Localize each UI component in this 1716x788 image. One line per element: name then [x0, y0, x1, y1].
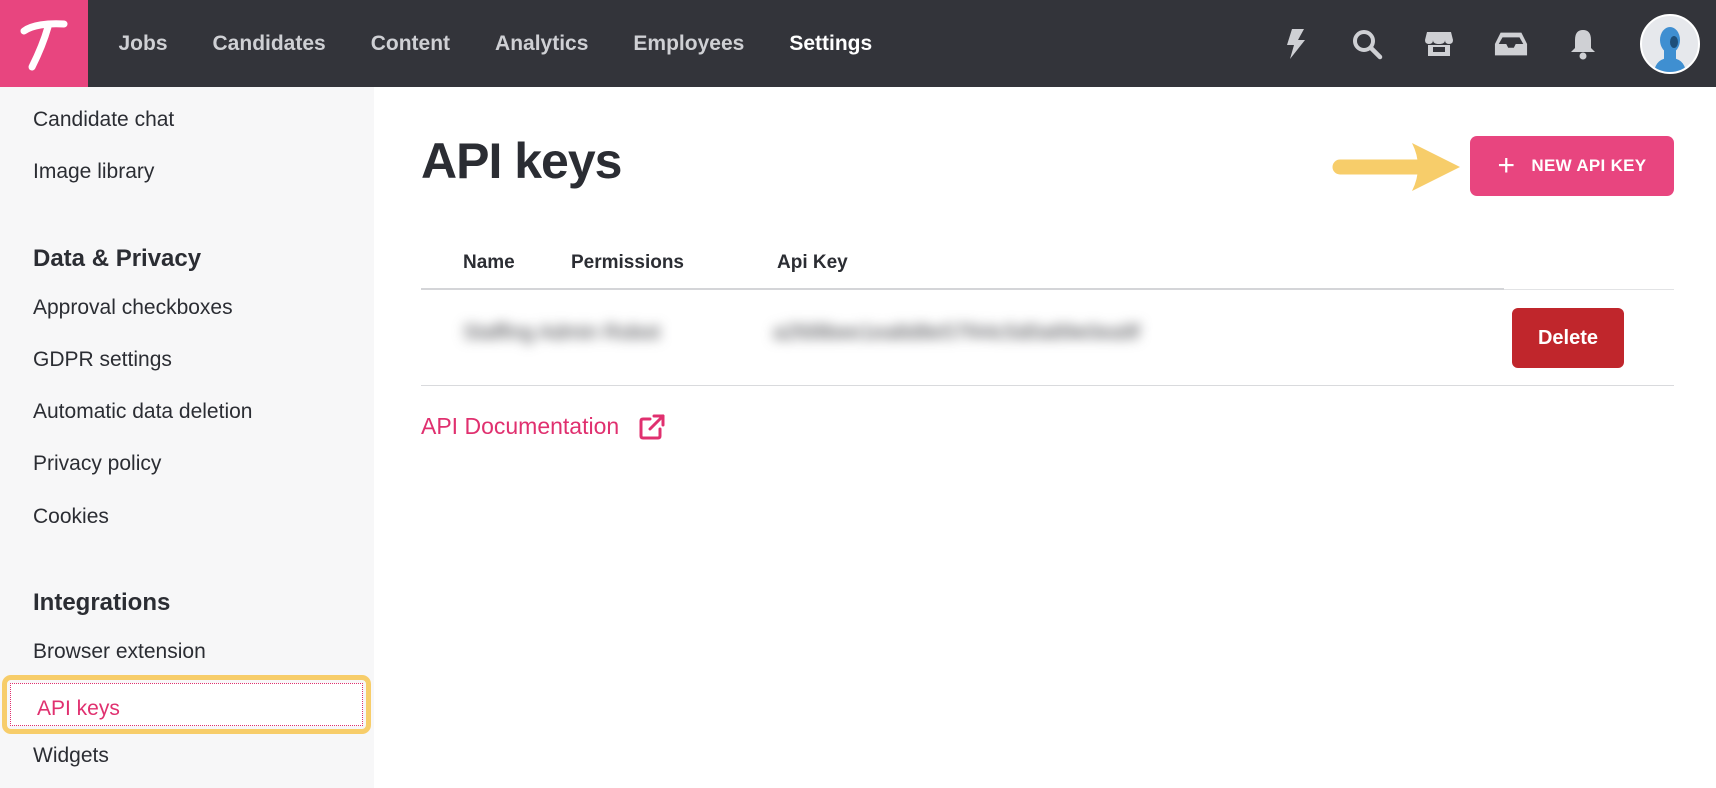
sidebar-item-gdpr-settings[interactable]: GDPR settings	[33, 348, 172, 372]
api-key-name-cell: Staffing Admin Robot	[463, 321, 660, 344]
main-content: API keys + NEW API KEY Name Permissions …	[374, 87, 1716, 788]
sidebar-item-image-library[interactable]: Image library	[33, 160, 154, 184]
page-title: API keys	[421, 133, 622, 189]
nav-content[interactable]: Content	[348, 32, 472, 56]
column-header-api-key[interactable]: Api Key	[777, 252, 848, 274]
main-nav: Jobs Candidates Content Analytics Employ…	[96, 0, 895, 87]
settings-sidebar: Candidate chat Image library Data & Priv…	[0, 87, 374, 788]
api-documentation-label: API Documentation	[421, 413, 620, 439]
nav-employees[interactable]: Employees	[611, 32, 767, 56]
inbox-icon[interactable]	[1494, 27, 1528, 61]
arrow-pointer-icon	[1332, 143, 1460, 191]
external-link-icon	[639, 414, 665, 440]
top-nav-bar: Jobs Candidates Content Analytics Employ…	[0, 0, 1716, 87]
sidebar-item-label: API keys	[37, 697, 120, 720]
new-api-key-button[interactable]: + NEW API KEY	[1470, 136, 1674, 196]
new-api-key-label: NEW API KEY	[1531, 156, 1647, 175]
sidebar-item-api-keys[interactable]: API keys	[10, 683, 363, 726]
nav-candidates[interactable]: Candidates	[190, 32, 348, 56]
sidebar-item-candidate-chat[interactable]: Candidate chat	[33, 108, 174, 132]
column-header-permissions[interactable]: Permissions	[571, 252, 684, 274]
sidebar-heading-data-privacy: Data & Privacy	[33, 245, 202, 272]
sidebar-heading-integrations: Integrations	[33, 589, 171, 616]
sidebar-item-privacy-policy[interactable]: Privacy policy	[33, 452, 161, 476]
nav-jobs[interactable]: Jobs	[96, 32, 190, 56]
sidebar-item-widgets[interactable]: Widgets	[33, 744, 109, 768]
sidebar-item-browser-extension[interactable]: Browser extension	[33, 640, 206, 664]
plus-icon: +	[1497, 149, 1516, 182]
bell-icon[interactable]	[1566, 27, 1600, 61]
bolt-icon[interactable]	[1278, 27, 1312, 61]
table-header-divider	[421, 288, 1504, 290]
column-header-name[interactable]: Name	[463, 252, 515, 274]
top-icons	[1278, 0, 1716, 87]
nav-analytics[interactable]: Analytics	[473, 32, 611, 56]
store-icon[interactable]	[1422, 27, 1456, 61]
sidebar-item-approval-checkboxes[interactable]: Approval checkboxes	[33, 296, 233, 320]
table-row-divider	[421, 385, 1674, 386]
delete-button[interactable]: Delete	[1512, 308, 1624, 368]
sidebar-item-automatic-data-deletion[interactable]: Automatic data deletion	[33, 400, 252, 424]
table-header-divider-end	[1504, 289, 1674, 290]
api-key-value-cell: a2fd9bee1ea8d8e57f44c5d0a89e0ea9f	[773, 321, 1140, 344]
logo-t-icon	[20, 19, 68, 70]
api-documentation-link[interactable]: API Documentation	[421, 413, 665, 440]
app-logo[interactable]	[0, 0, 88, 87]
search-icon[interactable]	[1350, 27, 1384, 61]
user-avatar[interactable]	[1640, 13, 1700, 74]
sidebar-item-cookies[interactable]: Cookies	[33, 505, 109, 529]
sidebar-item-api-keys-highlight: API keys	[2, 675, 371, 734]
nav-settings[interactable]: Settings	[767, 32, 895, 56]
